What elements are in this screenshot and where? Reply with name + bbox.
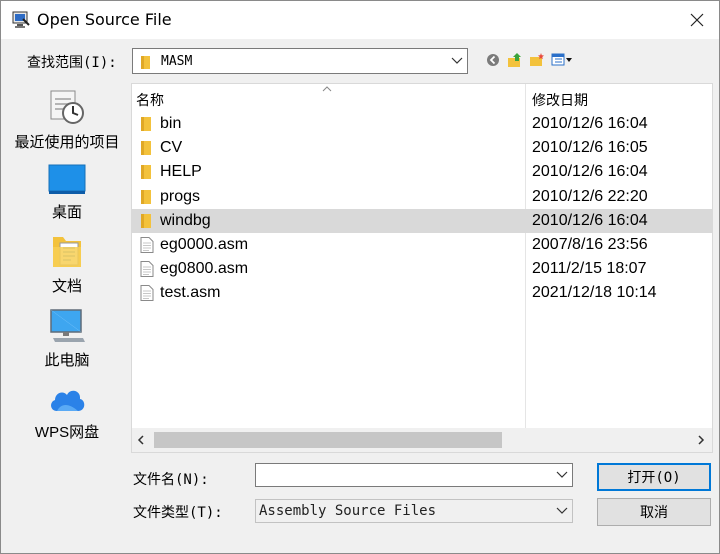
place-label: 桌面: [51, 204, 82, 221]
file-name: progs: [160, 187, 201, 205]
place-label: 最近使用的项目: [14, 134, 120, 151]
column-header-name[interactable]: 名称: [136, 90, 164, 110]
file-row[interactable]: eg0000.asm 2007/8/16 23:56: [132, 233, 712, 257]
look-in-value: MASM: [161, 54, 193, 69]
file-name: HELP: [160, 163, 202, 181]
place-label: 文档: [51, 278, 82, 295]
folder-icon: [141, 56, 150, 69]
place-recent-items[interactable]: 最近使用的项目: [9, 87, 125, 152]
places-bar: 最近使用的项目 桌面 文档 此电脑 WPS网盘: [9, 81, 125, 545]
file-icon: [140, 236, 154, 253]
place-label: 此电脑: [44, 352, 90, 369]
back-button[interactable]: [485, 52, 501, 68]
app-icon: [12, 11, 30, 28]
file-name: eg0000.asm: [160, 235, 249, 253]
scroll-right-icon[interactable]: [696, 434, 706, 446]
folder-icon: [141, 213, 151, 228]
chevron-down-icon: [451, 57, 463, 64]
folder-icon: [141, 165, 151, 180]
look-in-label: 查找范围(I):: [27, 55, 117, 71]
chevron-down-icon[interactable]: [556, 471, 568, 479]
place-wps-cloud[interactable]: WPS网盘: [9, 381, 125, 442]
title-bar: Open Source File: [1, 1, 719, 39]
this-pc-icon: [50, 309, 85, 342]
horizontal-scrollbar[interactable]: [132, 428, 712, 452]
scroll-left-icon[interactable]: [136, 434, 146, 446]
view-menu-button[interactable]: [551, 52, 573, 68]
file-modified-date: 2021/12/18 10:14: [532, 284, 657, 302]
file-row[interactable]: bin 2010/12/6 16:04: [132, 112, 712, 136]
open-button[interactable]: 打开(O): [597, 463, 711, 491]
file-name: bin: [160, 115, 182, 132]
file-type-value: Assembly Source Files: [259, 503, 437, 519]
place-documents[interactable]: 文档: [9, 233, 125, 296]
place-this-pc[interactable]: 此电脑: [9, 307, 125, 370]
file-row[interactable]: CV 2010/12/6 16:05: [132, 136, 712, 160]
close-button[interactable]: [677, 5, 717, 35]
open-file-dialog: Open Source File 查找范围(I): MASM 最近使用的项目 桌…: [0, 0, 720, 554]
column-header-modified[interactable]: 修改日期: [532, 90, 588, 110]
new-folder-icon: [530, 53, 544, 66]
file-modified-date: 2010/12/6 16:04: [532, 115, 648, 132]
file-row[interactable]: test.asm 2021/12/18 10:14: [132, 281, 712, 305]
file-name-input[interactable]: [258, 466, 548, 484]
file-name: windbg: [160, 211, 211, 229]
desktop-icon: [48, 164, 86, 194]
folder-icon: [141, 117, 151, 131]
wps-cloud-icon: [51, 390, 85, 411]
back-arrow-icon: [487, 54, 499, 66]
file-modified-date: 2010/12/6 22:20: [532, 187, 648, 205]
new-folder-button[interactable]: [529, 52, 545, 68]
file-modified-date: 2010/12/6 16:04: [532, 163, 648, 181]
up-folder-button[interactable]: [507, 52, 523, 68]
recent-items-icon: [50, 90, 84, 124]
close-icon: [690, 13, 704, 27]
file-name: CV: [160, 139, 183, 157]
file-modified-date: 2010/12/6 16:05: [532, 139, 648, 157]
file-rows: bin 2010/12/6 16:04 CV 2010/12/6 16:05 HELP 2…: [132, 112, 712, 306]
sort-ascending-icon: [322, 86, 332, 92]
documents-icon: [53, 237, 81, 267]
cancel-button[interactable]: 取消: [597, 498, 711, 526]
file-modified-date: 2007/8/16 23:56: [532, 235, 648, 253]
place-label: WPS网盘: [34, 424, 100, 441]
file-icon: [140, 285, 154, 302]
folder-icon: [141, 189, 151, 204]
file-type-dropdown[interactable]: Assembly Source Files: [255, 499, 573, 523]
chevron-down-icon: [556, 507, 568, 514]
file-type-label: 文件类型(T):: [133, 505, 223, 521]
file-row[interactable]: progs 2010/12/6 22:20: [132, 185, 712, 209]
list-header: 名称 修改日期: [132, 84, 712, 112]
window-title: Open Source File: [37, 10, 172, 29]
file-row[interactable]: eg0800.asm 2011/2/15 18:07: [132, 257, 712, 281]
file-icon: [140, 261, 154, 278]
file-row[interactable]: windbg 2010/12/6 16:04: [132, 208, 712, 233]
file-name: eg0800.asm: [160, 260, 249, 278]
file-name-label: 文件名(N):: [133, 472, 209, 488]
folder-icon: [141, 141, 151, 156]
view-grid-icon: [551, 53, 572, 66]
file-list[interactable]: 名称 修改日期 bin 2010/12/6 16:04 CV 2010/12/6 16…: [131, 83, 713, 453]
file-name: test.asm: [160, 284, 221, 302]
scrollbar-thumb[interactable]: [154, 432, 502, 448]
look-in-dropdown[interactable]: MASM: [132, 48, 468, 74]
navigation-toolbar: [485, 51, 573, 69]
file-modified-date: 2011/2/15 18:07: [532, 260, 647, 278]
up-folder-icon: [508, 53, 521, 67]
file-modified-date: 2010/12/6 16:04: [532, 211, 648, 229]
file-name-field[interactable]: [255, 463, 573, 487]
file-row[interactable]: HELP 2010/12/6 16:04: [132, 160, 712, 184]
place-desktop[interactable]: 桌面: [9, 163, 125, 222]
